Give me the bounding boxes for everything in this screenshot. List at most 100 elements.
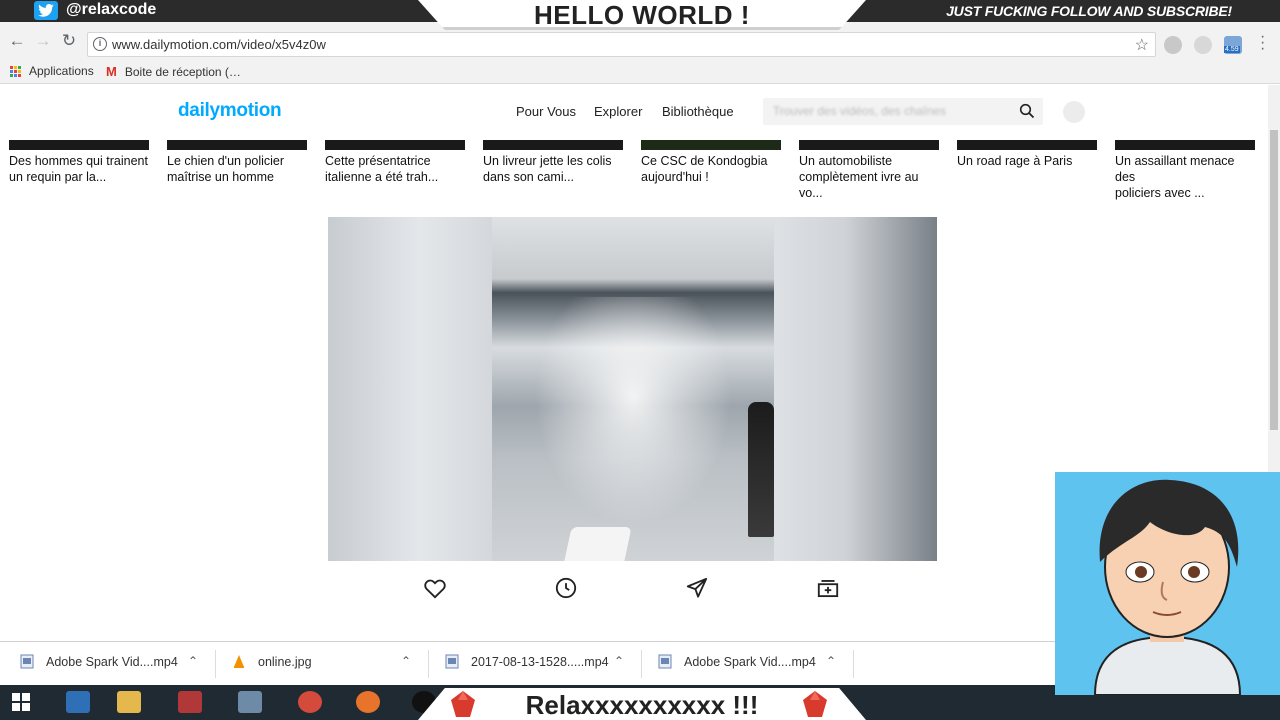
video-title: Des hommes qui trainent un requin par la.… [9,154,148,184]
related-video[interactable]: Un assaillant menace des policiers avec .… [1115,140,1255,201]
chevron-up-icon[interactable]: ⌃ [188,654,198,668]
browser-menu-icon[interactable]: · · · [1260,29,1265,57]
video-outboard-motor [748,402,774,537]
related-video[interactable]: Cette présentatrice italienne a été trah.… [325,140,465,185]
back-icon[interactable]: ← [6,30,28,52]
user-avatar[interactable] [1063,101,1085,123]
thumbnail-image [799,140,939,150]
streamer-avatar [1055,472,1280,695]
gmail-icon: M [106,64,117,79]
video-file-icon [20,654,34,669]
watch-later-icon[interactable] [553,575,579,601]
thumbnail-image [167,140,307,150]
video-boat-hull [564,527,632,561]
video-file-icon [658,654,672,669]
video-title: Un road rage à Paris [957,154,1073,168]
download-item[interactable]: 2017-08-13-1528.....mp4 [445,654,609,669]
thumbnail-image [9,140,149,150]
related-video[interactable]: Des hommes qui trainent un requin par la.… [9,140,149,185]
video-title: Ce CSC de Kondogbia aujourd'hui ! [641,154,768,184]
hello-banner-text: HELLO WORLD ! [534,0,750,30]
related-video[interactable]: Un automobiliste complètement ivre au vo.… [799,140,939,201]
share-icon[interactable] [684,575,710,601]
app-icon[interactable] [238,691,262,713]
gem-icon [803,691,827,717]
adblock-icon[interactable] [1164,36,1182,54]
app-icon[interactable] [178,691,202,713]
subscribe-banner: JUST FUCKING FOLLOW AND SUBSCRIBE! [946,3,1232,19]
dailymotion-logo[interactable]: dailymotion [178,100,282,122]
twitter-handle: @relaxcode [66,1,157,18]
address-bar[interactable]: i www.dailymotion.com/video/x5v4z0w ☆ [87,32,1156,57]
bookmark-label: Applications [29,64,94,78]
chrome-icon[interactable] [298,691,322,713]
download-filename: Adobe Spark Vid....mp4 [46,654,178,669]
download-item[interactable]: online.jpg [232,654,312,669]
related-videos-strip: Des hommes qui trainent un requin par la.… [0,140,1268,200]
nav-bibliotheque[interactable]: Bibliothèque [662,104,734,119]
divider [641,650,642,678]
windows-start-icon[interactable] [12,693,30,711]
search-placeholder: Trouver des vidéos, des chaînes [773,104,946,118]
bookmarks-bar: Applications M Boite de réception (… [0,60,1280,84]
twitter-icon [34,1,58,20]
vlc-file-icon [234,655,244,668]
download-filename: online.jpg [258,654,312,669]
address-url[interactable]: www.dailymotion.com/video/x5v4z0w [112,37,326,52]
related-video[interactable]: Ce CSC de Kondogbia aujourd'hui ! [641,140,781,185]
explorer-icon[interactable] [117,691,141,713]
firefox-icon[interactable] [356,691,380,713]
download-filename: Adobe Spark Vid....mp4 [684,654,816,669]
nav-pour-vous[interactable]: Pour Vous [516,104,576,119]
add-to-playlist-icon[interactable] [815,575,841,601]
extension-icon[interactable] [1194,36,1212,54]
related-video[interactable]: Un road rage à Paris [957,140,1097,169]
video-title: Un livreur jette les colis dans son cami.… [483,154,612,184]
bookmark-gmail[interactable]: M Boite de réception (… [106,64,241,79]
video-actions [328,561,937,617]
related-video[interactable]: Un livreur jette les colis dans son cami.… [483,140,623,185]
bookmark-star-icon[interactable]: ☆ [1135,35,1149,55]
relax-banner-text: Relaxxxxxxxxxx !!! [525,690,759,720]
hello-banner: HELLO WORLD ! [418,0,866,30]
divider [215,650,216,678]
gem-icon [451,691,475,717]
chevron-up-icon[interactable]: ⌃ [401,654,411,668]
apps-grid-icon [10,65,21,77]
thumbnail-image [483,140,623,150]
thumbnail-image [325,140,465,150]
thumbnail-image [641,140,781,150]
like-icon[interactable] [422,575,448,601]
chevron-up-icon[interactable]: ⌃ [826,654,836,668]
video-player[interactable] [328,217,937,561]
video-title: Le chien d'un policier maîtrise un homme [167,154,285,184]
reload-icon[interactable]: ↻ [58,30,80,52]
search-icon[interactable] [1019,103,1035,119]
download-filename: 2017-08-13-1528.....mp4 [471,654,609,669]
divider [428,650,429,678]
thumbnail-image [957,140,1097,150]
forward-icon[interactable]: → [32,30,54,52]
bookmark-applications[interactable]: Applications [10,64,94,78]
relax-banner: Relaxxxxxxxxxx !!! [418,688,866,720]
chevron-up-icon[interactable]: ⌃ [614,654,624,668]
download-item[interactable]: Adobe Spark Vid....mp4 [20,654,178,669]
extension-badge-icon[interactable]: 4.59 [1224,36,1242,54]
site-header: dailymotion Pour Vous Explorer Bibliothè… [0,85,1268,140]
video-wake [518,297,748,547]
related-video[interactable]: Le chien d'un policier maîtrise un homme [167,140,307,185]
search-input[interactable]: Trouver des vidéos, des chaînes [763,98,1043,125]
site-info-icon[interactable]: i [93,37,107,51]
video-title: Un automobiliste complètement ivre au vo.… [799,154,919,200]
ie-icon[interactable] [66,691,90,713]
extension-badge: 4.59 [1224,46,1240,53]
thumbnail-image [1115,140,1255,150]
video-title: Cette présentatrice italienne a été trah.… [325,154,439,184]
video-file-icon [445,654,459,669]
nav-explorer[interactable]: Explorer [594,104,642,119]
download-item[interactable]: Adobe Spark Vid....mp4 [658,654,816,669]
divider [853,650,854,678]
bookmark-label: Boite de réception (… [124,64,241,79]
video-title: Un assaillant menace des policiers avec .… [1115,154,1235,200]
scrollbar-thumb[interactable] [1270,130,1278,430]
